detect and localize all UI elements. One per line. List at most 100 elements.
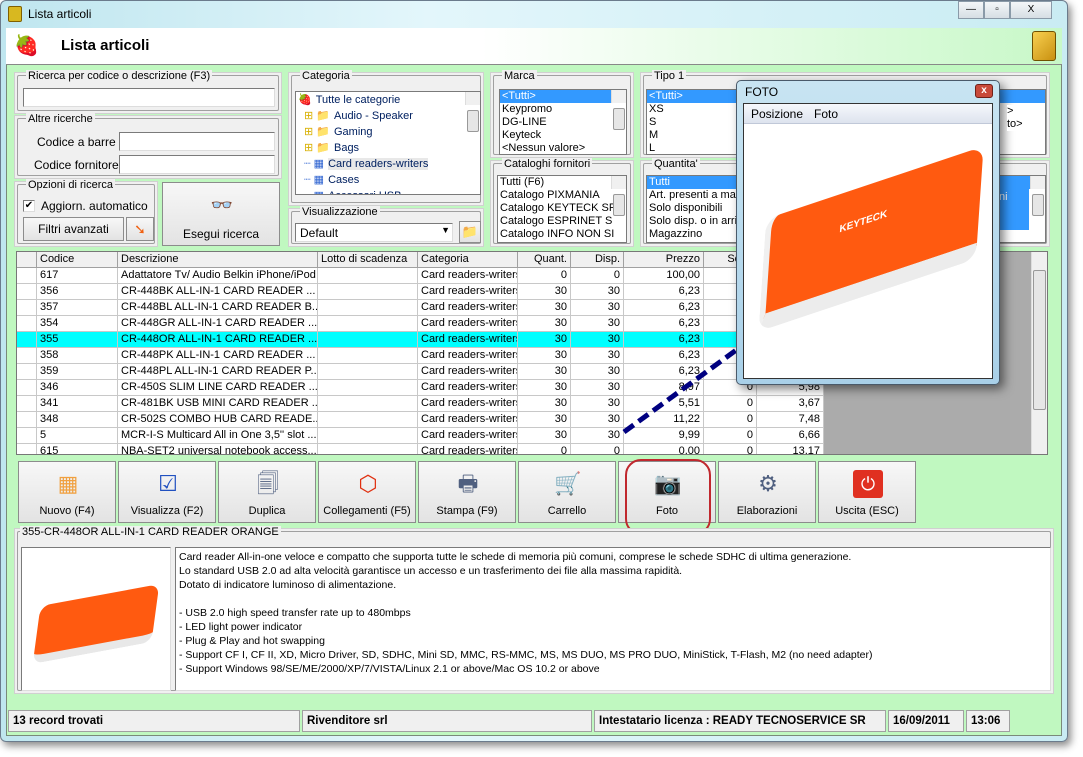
cell: Disp.: [571, 252, 624, 268]
brand-item[interactable]: <Tutti>: [500, 90, 626, 103]
toolbar-button-visualizza-f2[interactable]: ☑ Visualizza (F2): [118, 461, 216, 523]
table-row[interactable]: 356 CR-448BK ALL-IN-1 CARD READER ... Card…: [17, 284, 824, 300]
toolbar-button-carrello[interactable]: 🛒 Carrello: [518, 461, 616, 523]
cell: [17, 364, 37, 380]
catalog-item[interactable]: Catalogo INFO NON SI: [498, 228, 626, 241]
cell: 0: [571, 444, 624, 454]
cubes-icon: ┈ ▦: [304, 174, 325, 186]
photo-close-button[interactable]: x: [975, 84, 993, 98]
cell: CR-450S SLIM LINE CARD READER ...: [118, 380, 318, 396]
catalog-item[interactable]: Catalogo ESPRINET S: [498, 215, 626, 228]
duplicate-icon: 🗐: [257, 471, 279, 496]
arrow-filter-button[interactable]: ➘: [126, 217, 154, 241]
maximize-button[interactable]: ▫: [984, 1, 1010, 19]
close-button[interactable]: X: [1010, 1, 1052, 19]
cell: 30: [518, 332, 571, 348]
catalogs-list[interactable]: Tutti (F6) Catalogo PIXMANIA Catalogo KEYT…: [497, 175, 627, 243]
category-item[interactable]: ⊞ 📁 Audio - Speaker: [296, 108, 480, 124]
table-header[interactable]: Codice Descrizione Lotto di scadenza Catego…: [17, 252, 824, 268]
catalog-item[interactable]: Tutti (F6): [498, 176, 626, 189]
table-row[interactable]: 617 Adattatore Tv/ Audio Belkin iPhone/iP…: [17, 268, 824, 284]
chevron-down-icon: ▼: [441, 225, 450, 235]
category-tree[interactable]: 🍓 Tutte le categorie ⊞ 📁 Audio - Speaker ⊞ 📁…: [295, 91, 481, 195]
cell: 30: [571, 412, 624, 428]
toolbar-button-label: Uscita (ESC): [835, 505, 899, 517]
cell: CR-448PL ALL-IN-1 CARD READER P...: [118, 364, 318, 380]
strawberry-icon: 🍓: [298, 94, 312, 106]
view-select[interactable]: Default ▼: [295, 223, 453, 242]
toolbar-button-stampa-f9[interactable]: 🖶 Stampa (F9): [418, 461, 516, 523]
status-time: 13:06: [966, 710, 1010, 732]
toolbar-button-collegamenti-f5[interactable]: ⬡ Collegamenti (F5): [318, 461, 416, 523]
brand-item[interactable]: Keyteck: [500, 129, 626, 142]
cell: [17, 300, 37, 316]
toolbar-button-label: Carrello: [547, 505, 587, 517]
category-item[interactable]: ⊞ 📁 Gaming: [296, 124, 480, 140]
cell: 0: [518, 444, 571, 454]
folder-icon: ⊞ 📁: [304, 142, 330, 154]
toolbar-button-label: Collegamenti (F5): [323, 505, 411, 517]
brand-list[interactable]: <Tutti> Keypromo DG-LINE Keyteck <Nessun val…: [499, 89, 627, 155]
cell: 100,00: [624, 268, 704, 284]
cell: [17, 380, 37, 396]
barcode-input[interactable]: [119, 132, 275, 151]
view-group: Visualizzazione Default ▼ 📁: [288, 206, 484, 247]
detail-group: 355-CR-448OR ALL-IN-1 CARD READER ORANGE…: [14, 526, 1054, 694]
cell: CR-448OR ALL-IN-1 CARD READER ...: [118, 332, 318, 348]
cell: 0: [571, 268, 624, 284]
cell: [318, 412, 418, 428]
toolbar-button-label: Duplica: [248, 505, 286, 517]
supplier-code-input[interactable]: [119, 155, 275, 174]
quantity-scrollbar[interactable]: [1030, 176, 1045, 216]
cell: Card readers-writers: [418, 396, 518, 412]
cell: 30: [571, 332, 624, 348]
catalog-item[interactable]: Catalogo PIXMANIA: [498, 189, 626, 202]
cell: Card readers-writers: [418, 268, 518, 284]
advanced-filters-button[interactable]: Filtri avanzati: [23, 217, 124, 241]
run-search-button[interactable]: 👓 Esegui ricerca: [162, 182, 280, 246]
tipo3-item[interactable]: >: [1007, 105, 1023, 118]
cell: [17, 332, 37, 348]
cell: CR-448PK ALL-IN-1 CARD READER ...: [118, 348, 318, 364]
status-records: 13 record trovati: [8, 710, 300, 732]
cell: 0,00: [624, 444, 704, 454]
category-item[interactable]: ⊞ 📁 Bags: [296, 140, 480, 156]
brand-item[interactable]: DG-LINE: [500, 116, 626, 129]
toolbar-button-label: Stampa (F9): [436, 505, 498, 517]
category-item[interactable]: ┈ ▦ Cases: [296, 172, 480, 188]
category-item[interactable]: 🍓 Tutte le categorie: [296, 92, 480, 108]
description-text[interactable]: Card reader All-in-one veloce e compatto…: [175, 547, 1051, 691]
table-row[interactable]: 615 NBA-SET2 universal notebook access...…: [17, 444, 824, 454]
brand-scrollbar[interactable]: [611, 90, 626, 130]
catalog-item[interactable]: Catalogo KEYTECK SF: [498, 202, 626, 215]
cell: CR-481BK USB MINI CARD READER ...: [118, 396, 318, 412]
category-item[interactable]: ┈ ▦Accessori USB: [296, 188, 480, 194]
brand-item[interactable]: <Nessun valore>: [500, 142, 626, 154]
cell: 0: [704, 444, 757, 454]
category-item[interactable]: ┈ ▦ Card readers-writers: [296, 156, 480, 172]
brand-item[interactable]: Keypromo: [500, 103, 626, 116]
toolbar-button-uscita-esc[interactable]: ⏻ Uscita (ESC): [818, 461, 916, 523]
cell: [318, 428, 418, 444]
cell: 341: [37, 396, 118, 412]
toolbar-button-elaborazioni[interactable]: ⚙ Elaborazioni: [718, 461, 816, 523]
search-input[interactable]: [23, 88, 275, 107]
cell: 30: [518, 348, 571, 364]
description-line: - Support CF I, CF II, XD, Micro Driver,…: [179, 649, 873, 661]
catalogs-scrollbar[interactable]: [611, 176, 626, 216]
table-scrollbar[interactable]: [1031, 252, 1047, 454]
cell: [318, 444, 418, 454]
menu-foto[interactable]: Foto: [814, 107, 838, 121]
folder-button[interactable]: 📁: [459, 221, 481, 243]
minimize-button[interactable]: —: [958, 1, 984, 19]
menu-posizione[interactable]: Posizione: [751, 107, 803, 121]
cell: 30: [518, 364, 571, 380]
table-row[interactable]: 357 CR-448BL ALL-IN-1 CARD READER B... Car…: [17, 300, 824, 316]
cell: Prezzo: [624, 252, 704, 268]
category-scrollbar[interactable]: [465, 92, 480, 132]
toolbar-button-duplica[interactable]: 🗐 Duplica: [218, 461, 316, 523]
auto-update-checkbox[interactable]: ✔: [23, 200, 35, 212]
toolbar-button-nuovo-f4[interactable]: ▦ Nuovo (F4): [18, 461, 116, 523]
tipo3-item[interactable]: to>: [1007, 118, 1023, 131]
links-icon: ⬡: [358, 471, 378, 496]
